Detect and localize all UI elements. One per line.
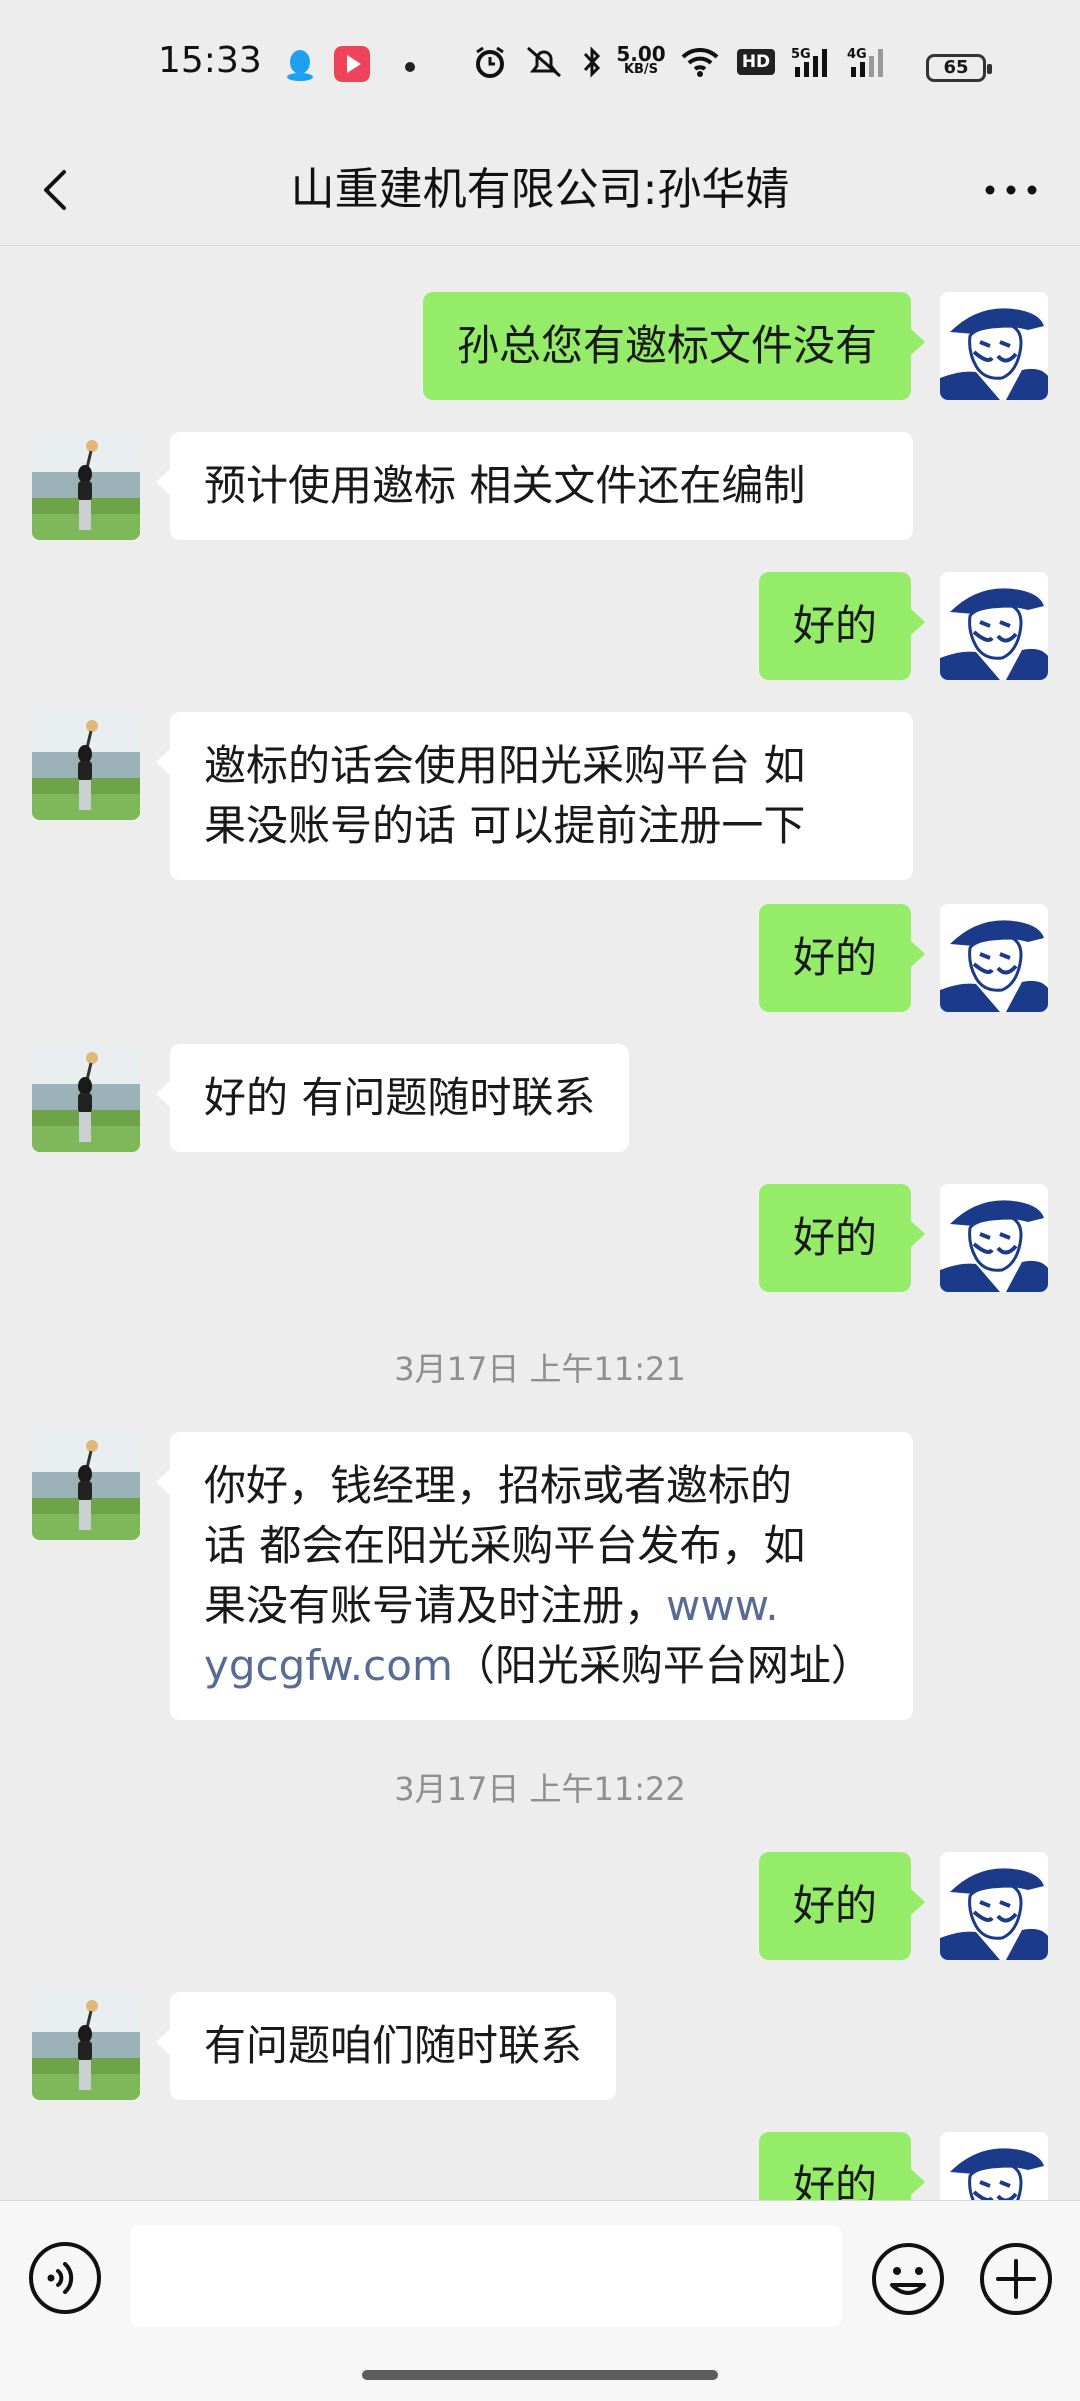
message-line: ygcgfw.com（阳光采购平台网址） (204, 1641, 873, 1690)
status-time: 15:33 (158, 40, 262, 81)
wifi-icon (678, 42, 722, 82)
avatar[interactable] (32, 1432, 140, 1540)
net-speed: 5.00 KB/S (616, 42, 666, 77)
plus-icon[interactable] (978, 2241, 1054, 2317)
message-list[interactable]: 孙总您有邀标文件没有 预计使用邀标 相关文件还在编制 好的 邀标的话会使用阳光采… (0, 246, 1080, 2200)
message-bubble[interactable]: 你好，钱经理，招标或者邀标的 话 都会在阳光采购平台发布，如 果没有账号请及时注… (156, 1432, 913, 1720)
alarm-icon (470, 42, 510, 82)
message-line: 果没有账号请及时注册，www. (204, 1581, 779, 1630)
mute-icon (522, 42, 566, 82)
avatar[interactable] (32, 432, 140, 540)
message-timestamp: 3月17日 上午11:22 (394, 1770, 686, 1808)
bluetooth-icon (578, 42, 606, 82)
message-bubble[interactable]: 好的 (758, 1184, 926, 1292)
chat-header: 山重建机有限公司:孙华婧 (0, 135, 1080, 246)
svg-text:4G: 4G (847, 47, 867, 62)
message-line: 果没账号的话 可以提前注册一下 (204, 801, 806, 850)
back-arrow-icon[interactable] (38, 155, 98, 225)
dot-icon (405, 62, 415, 72)
message-line: 你好，钱经理，招标或者邀标的 (204, 1461, 793, 1510)
emoji-icon[interactable] (870, 2241, 946, 2317)
avatar[interactable] (940, 572, 1048, 680)
message-bubble[interactable]: 好的 (758, 572, 926, 680)
avatar[interactable] (940, 1184, 1048, 1292)
url-link[interactable]: ygcgfw.com (204, 1641, 453, 1690)
message-line: 邀标的话会使用阳光采购平台 如 (204, 741, 806, 790)
message-bubble[interactable]: 邀标的话会使用阳光采购平台 如 果没账号的话 可以提前注册一下 (156, 712, 913, 880)
voice-input-icon[interactable] (28, 2241, 102, 2315)
message-timestamp: 3月17日 上午11:21 (394, 1350, 686, 1388)
signal-5g-icon: 5G (790, 42, 838, 82)
message-bubble[interactable]: 孙总您有邀标文件没有 (422, 292, 926, 400)
message-input[interactable] (130, 2225, 842, 2327)
url-link[interactable]: www. (666, 1581, 779, 1630)
message-bubble[interactable]: 预计使用邀标 相关文件还在编制 (156, 432, 913, 540)
home-indicator[interactable] (362, 2370, 718, 2380)
message-bubble[interactable]: 好的 (758, 904, 926, 1012)
avatar[interactable] (32, 1992, 140, 2100)
avatar[interactable] (940, 292, 1048, 400)
message-bubble[interactable]: 好的 有问题随时联系 (155, 1044, 630, 1152)
avatar[interactable] (32, 712, 140, 820)
avatar[interactable] (32, 1044, 140, 1152)
chat-title: 山重建机有限公司:孙华婧 (290, 164, 790, 215)
svg-text:5G: 5G (791, 47, 811, 62)
qq-icon (287, 50, 313, 81)
status-bar: 15:33 5.00 KB/S HD 5G 4G 65 (0, 0, 1080, 135)
message-bubble[interactable]: 好的 (758, 2132, 926, 2200)
message-line: 话 都会在阳光采购平台发布，如 (204, 1521, 806, 1570)
battery-icon: 65 (926, 54, 992, 82)
signal-4g-icon: 4G (846, 42, 894, 82)
avatar[interactable] (940, 1852, 1048, 1960)
message-bubble[interactable]: 好的 (758, 1852, 926, 1960)
video-app-icon (334, 46, 370, 82)
avatar[interactable] (940, 2132, 1048, 2200)
message-bubble[interactable]: 有问题咱们随时联系 (155, 1992, 617, 2100)
more-options-icon[interactable] (976, 155, 1046, 225)
status-icons: 5.00 KB/S HD 5G 4G (470, 42, 1000, 82)
avatar[interactable] (940, 904, 1048, 1012)
hd-icon: HD (734, 42, 778, 82)
